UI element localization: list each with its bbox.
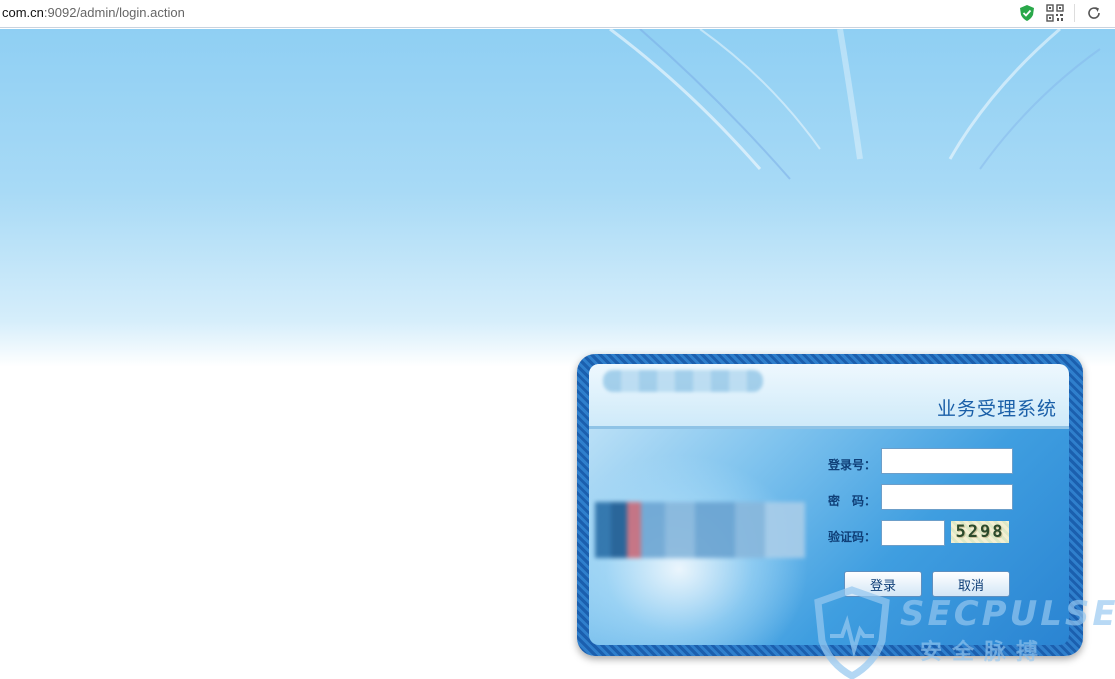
toolbar-divider (1074, 4, 1075, 22)
blurred-company-name (595, 502, 805, 558)
refresh-icon[interactable] (1085, 4, 1103, 22)
qr-code-icon[interactable] (1046, 4, 1064, 22)
password-input[interactable] (881, 484, 1013, 510)
url-path: :9092/admin/login.action (43, 5, 185, 20)
panel-header: 业务受理系统 (589, 364, 1069, 429)
captcha-input[interactable] (881, 520, 945, 546)
password-label: 密 码： (828, 494, 877, 508)
shield-check-icon[interactable] (1018, 4, 1036, 22)
login-panel-body: 业务受理系统 登录号： 密 码： 验证码： 5298 登录 取消 (589, 364, 1069, 645)
captcha-label: 验证码： (828, 530, 877, 544)
login-panel: 业务受理系统 登录号： 密 码： 验证码： 5298 登录 取消 (577, 354, 1083, 656)
url-field[interactable]: com.cn:9092/admin/login.action (2, 5, 185, 20)
background-light-rays (609, 29, 1101, 180)
login-button[interactable]: 登录 (844, 571, 922, 597)
cancel-button[interactable]: 取消 (932, 571, 1010, 597)
address-bar: com.cn:9092/admin/login.action (0, 0, 1115, 28)
system-title: 业务受理系统 (936, 398, 1057, 420)
username-label: 登录号： (828, 458, 877, 472)
url-host: com.cn (2, 5, 44, 20)
blurred-logo (603, 370, 763, 392)
username-input[interactable] (881, 448, 1013, 474)
captcha-image[interactable]: 5298 (951, 521, 1009, 543)
address-bar-icons (1018, 4, 1103, 22)
